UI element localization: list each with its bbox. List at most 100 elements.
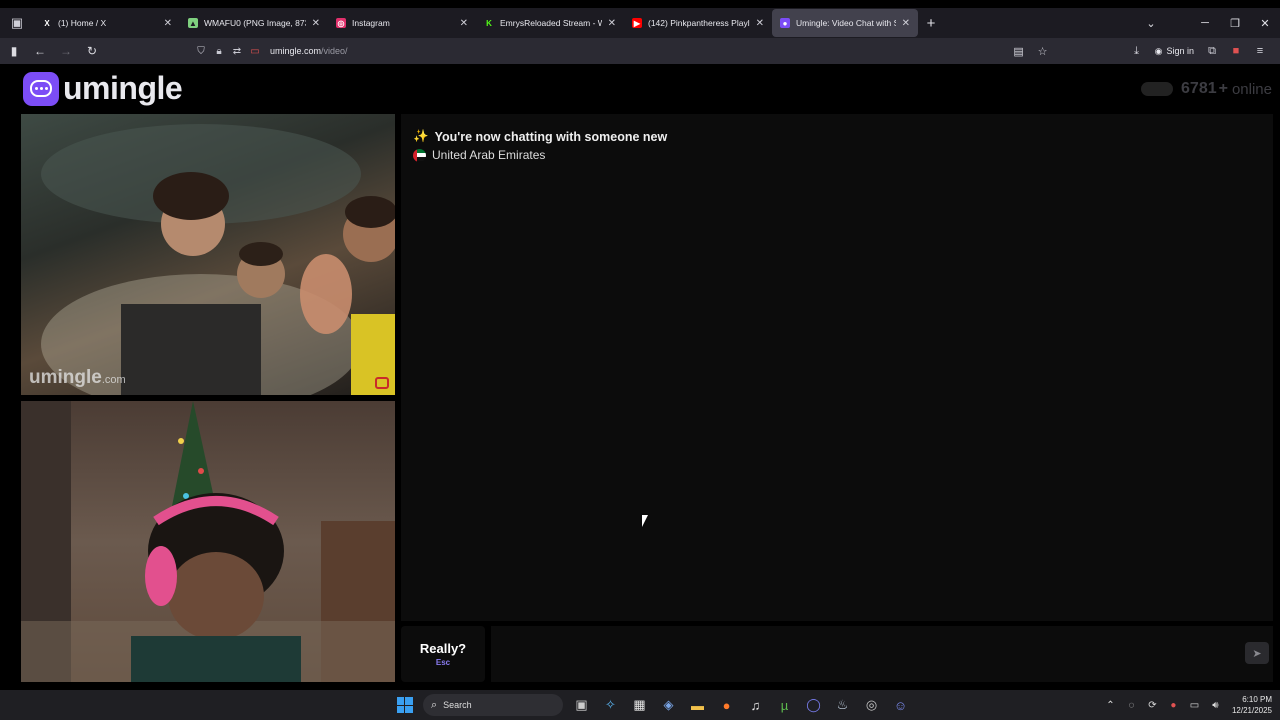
close-icon[interactable]: ✕ [756,18,764,29]
chat-input-row: Really? Esc ➤ [401,626,1273,682]
chat-bubble-icon [23,71,59,106]
mouse-cursor-icon [642,515,654,527]
stranger-video: umingle.com [21,114,395,395]
taskbar-search[interactable]: ⌕ Search [423,694,563,716]
reader-view-icon[interactable]: ▤ [1007,45,1031,58]
tray-overflow-icon[interactable]: ⌃ [1100,700,1121,711]
display-icon[interactable]: ▭ [1184,700,1205,711]
sidebar-icon[interactable]: ▮ [2,44,26,58]
forward-icon[interactable]: → [54,44,78,58]
skip-label: Really? [419,641,467,656]
store-icon[interactable]: ▦ [625,690,654,720]
account-icon: ◉ [1154,45,1163,56]
umingle-watermark: umingle.com [29,367,126,389]
reload-icon[interactable]: ↻ [80,44,104,58]
restore-icon[interactable]: ❐ [1220,17,1250,30]
tab-list-icon[interactable]: ⌄ [1136,17,1166,30]
extensions-icon[interactable]: ⧉ [1200,45,1224,58]
back-icon[interactable]: ← [28,44,52,58]
new-tab-button[interactable]: + [918,15,944,32]
lock-icon[interactable]: 🔒︎ [210,46,228,57]
url-domain: umingle.com [270,46,322,56]
start-button[interactable] [390,690,419,720]
sidebar-toggle-icon[interactable]: ▣ [0,8,34,38]
url-path: /video/ [321,46,348,56]
taskbar-apps: ⌕ Search ▣ ✧ ▦ ◈ ▬ ● ♫ µ ◯ ♨ ◎ ☺ [390,690,915,720]
shield-icon[interactable]: ⛉ [192,46,210,57]
send-button[interactable]: ➤ [1245,642,1269,664]
stranger-video-frame [41,124,395,395]
search-label: Search [443,700,472,710]
tab-title: WMAFU0 (PNG Image, 873 × 1 [204,18,306,28]
chat-status-message: ✨ You're now chatting with someone new [413,129,667,144]
discord-icon[interactable]: ☺ [886,690,915,720]
toolbar-right: ▤ ☆ ⤓ ◉ Sign in ⧉ ■ ≡ [1007,38,1272,64]
app-circle-icon[interactable]: ◯ [799,690,828,720]
umingle-logo[interactable]: umingle [23,70,183,107]
browser-nav-bar: ▮ ← → ↻ ⛉ 🔒︎ ⇄ ▭ umingle.com/video/ ▤ ☆ … [0,38,1280,64]
tab-youtube-playlist[interactable]: ▶ (142) Pinkpantheress Playlist - Y ✕ [624,9,772,37]
watermark-corner-icon [375,377,389,389]
self-video [21,401,395,682]
status-text: You're now chatting with someone new [434,129,668,144]
close-icon[interactable]: ✕ [164,18,172,29]
sync-icon[interactable]: ⟳ [1142,700,1163,711]
browser-tab-strip: ▣ X (1) Home / X ✕ ▲ WMAFU0 (PNG Image, … [0,8,1280,38]
online-indicator: 6781 + online [1141,80,1272,98]
tab-png-image[interactable]: ▲ WMAFU0 (PNG Image, 873 × 1 ✕ [180,9,328,37]
microphone-icon[interactable]: ● [1163,700,1184,711]
windows-logo-icon [396,697,413,713]
x-logo-icon: X [44,18,50,28]
window-close-icon[interactable]: ✕ [1250,17,1280,30]
vpn-icon[interactable]: ◈ [654,690,683,720]
utorrent-icon[interactable]: µ [770,690,799,720]
filter-toggle[interactable] [1141,82,1174,96]
tab-title: (142) Pinkpantheress Playlist - Y [648,18,750,28]
volume-icon[interactable]: 🔊︎ [1205,700,1226,711]
bookmark-star-icon[interactable]: ☆ [1031,45,1055,58]
close-icon[interactable]: ✕ [312,18,320,29]
copilot-icon[interactable]: ✧ [596,690,625,720]
sign-in-button[interactable]: ◉ Sign in [1155,46,1194,57]
tray-app-icon[interactable]: ◌ [1121,700,1142,711]
itunes-icon[interactable]: ♫ [741,690,770,720]
tab-x-home[interactable]: X (1) Home / X ✕ [34,9,180,37]
kick-icon: K [486,18,492,28]
tab-title: EmrysReloaded Stream - Watch [500,18,602,28]
taskbar-clock[interactable]: 6:10 PM 12/21/2025 [1232,694,1272,716]
task-view-icon[interactable]: ▣ [567,690,596,720]
skip-button[interactable]: Really? Esc [401,626,485,682]
sign-in-label: Sign in [1166,46,1194,56]
umingle-icon: ● [780,18,790,28]
tab-title: Umingle: Video Chat with S [796,18,896,28]
skip-shortcut: Esc [435,658,451,667]
url-text[interactable]: umingle.com/video/ [270,46,348,56]
url-bar[interactable]: ⛉ 🔒︎ ⇄ ▭ umingle.com/video/ [192,38,348,64]
tab-kick-stream[interactable]: K EmrysReloaded Stream - Watch ✕ [476,9,624,37]
download-icon[interactable]: ⤓ [1125,45,1149,58]
file-explorer-icon[interactable]: ▬ [683,690,712,720]
message-input[interactable] [491,626,1273,682]
close-icon[interactable]: ✕ [902,18,910,29]
logo-text: umingle [63,70,183,106]
youtube-icon: ▶ [632,18,642,28]
firefox-icon[interactable]: ● [712,690,741,720]
minimize-icon[interactable]: ─ [1190,17,1220,29]
tab-umingle[interactable]: ● Umingle: Video Chat with S ✕ [772,9,918,37]
permissions-icon[interactable]: ⇄ [228,46,246,57]
close-icon[interactable]: ✕ [608,18,616,29]
obs-icon[interactable]: ◎ [857,690,886,720]
extension-badge-icon[interactable]: ■ [1224,45,1248,57]
image-icon: ▲ [188,18,198,28]
steam-icon[interactable]: ♨ [828,690,857,720]
tab-title: (1) Home / X [58,18,107,28]
tab-instagram[interactable]: ◎ Instagram ✕ [328,9,476,37]
search-icon: ⌕ [431,698,438,711]
self-video-frame [21,401,395,682]
umingle-page: umingle 6781 + online umingle.com ✨ You'… [15,64,1280,687]
sparkle-icon: ✨ [413,129,429,143]
camera-active-icon[interactable]: ▭ [246,46,264,57]
online-count: 6781 [1181,80,1217,97]
close-icon[interactable]: ✕ [460,18,468,29]
menu-icon[interactable]: ≡ [1248,45,1272,57]
